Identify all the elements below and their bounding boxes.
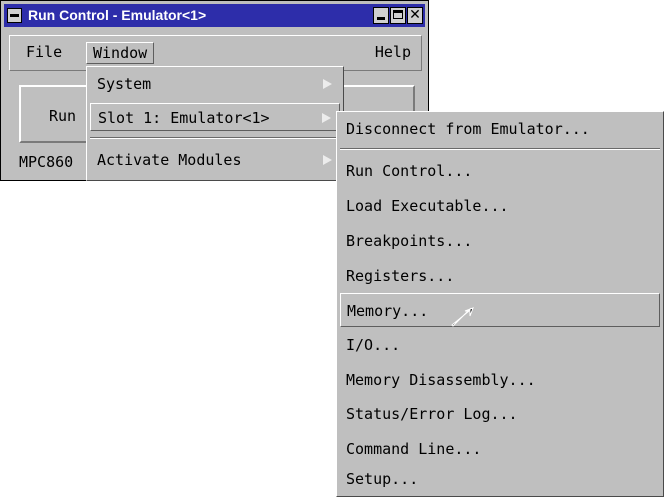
submenu-item-label: Memory... <box>347 302 429 320</box>
title-bar[interactable]: Run Control - Emulator<1> ✕ <box>4 4 425 27</box>
submenu-item-run-control[interactable]: Run Control... <box>340 154 660 188</box>
submenu-item-memory[interactable]: Memory... <box>340 293 660 327</box>
menu-separator <box>340 148 660 150</box>
menu-item-label: System <box>97 75 152 93</box>
processor-label: MPC860 <box>19 153 74 171</box>
arrow-cursor-icon <box>451 307 474 327</box>
submenu-arrow-icon <box>323 155 332 165</box>
menu-item-slot-1[interactable]: Slot 1: Emulator<1> <box>90 103 340 131</box>
slot-submenu: Disconnect from Emulator... Run Control.… <box>336 111 664 497</box>
submenu-item-label: Registers... <box>346 267 455 285</box>
submenu-item-label: I/O... <box>346 336 401 354</box>
submenu-arrow-icon <box>323 79 332 89</box>
submenu-arrow-icon <box>322 113 331 123</box>
window-menu-icon[interactable] <box>7 8 22 23</box>
submenu-item-registers[interactable]: Registers... <box>340 259 660 293</box>
submenu-item-breakpoints[interactable]: Breakpoints... <box>340 224 660 258</box>
maximize-icon[interactable] <box>390 7 406 24</box>
menu-item-label: Activate Modules <box>97 151 242 169</box>
submenu-item-label: Run Control... <box>346 162 473 180</box>
submenu-item-label: Status/Error Log... <box>346 405 518 423</box>
window-title: Run Control - Emulator<1> <box>28 7 207 23</box>
run-button-label: Run <box>49 107 77 125</box>
submenu-item-status-error-log[interactable]: Status/Error Log... <box>340 397 660 431</box>
menu-file[interactable]: File <box>20 42 68 62</box>
window-controls: ✕ <box>373 7 423 24</box>
close-icon[interactable]: ✕ <box>407 7 423 24</box>
submenu-item-label: Load Executable... <box>346 197 509 215</box>
submenu-item-load-executable[interactable]: Load Executable... <box>340 189 660 223</box>
menu-window[interactable]: Window <box>86 42 155 64</box>
window-menu-dropdown: System Slot 1: Emulator<1> Activate Modu… <box>86 66 344 181</box>
menu-help[interactable]: Help <box>369 42 417 62</box>
menu-item-system[interactable]: System <box>90 70 340 98</box>
minimize-icon[interactable] <box>373 7 389 24</box>
submenu-item-io[interactable]: I/O... <box>340 328 660 362</box>
menu-separator <box>90 137 340 139</box>
submenu-item-label: Disconnect from Emulator... <box>346 120 590 138</box>
submenu-item-setup[interactable]: Setup... <box>340 462 660 496</box>
submenu-item-label: Command Line... <box>346 440 482 458</box>
submenu-item-command-line[interactable]: Command Line... <box>340 432 660 466</box>
submenu-item-memory-disassembly[interactable]: Memory Disassembly... <box>340 363 660 397</box>
menu-item-label: Slot 1: Emulator<1> <box>98 109 270 127</box>
submenu-item-disconnect[interactable]: Disconnect from Emulator... <box>340 112 660 146</box>
menu-item-activate-modules[interactable]: Activate Modules <box>90 146 340 174</box>
submenu-item-label: Breakpoints... <box>346 232 473 250</box>
submenu-item-label: Setup... <box>346 470 419 488</box>
submenu-item-label: Memory Disassembly... <box>346 371 536 389</box>
